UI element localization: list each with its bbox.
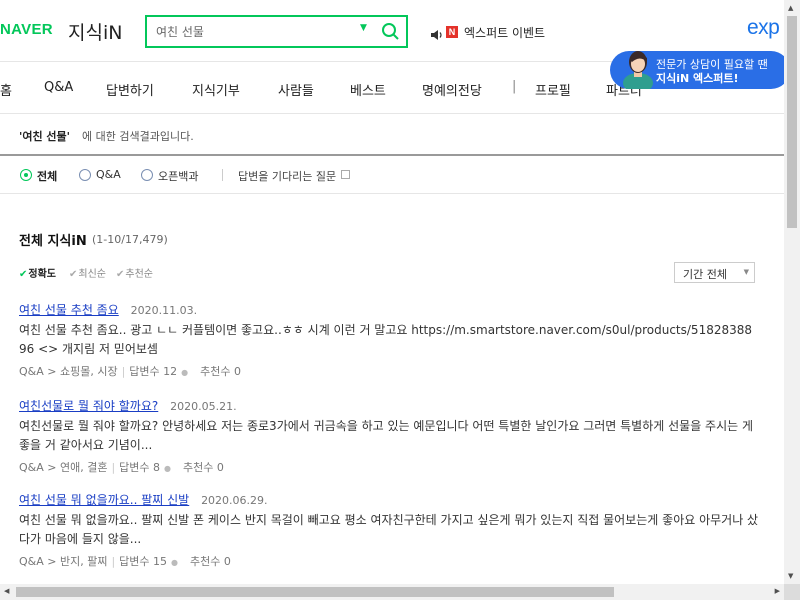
result-recommend-count: 추천수 0 xyxy=(190,555,231,568)
result-answer-count: 답변수 12 xyxy=(129,365,178,378)
jisikin-logo[interactable]: 지식iN xyxy=(68,18,122,45)
check-icon: ✔ xyxy=(19,269,28,280)
filter-divider xyxy=(222,169,223,181)
scroll-up-icon[interactable]: ▲ xyxy=(788,4,793,12)
result-title-link[interactable]: 여친 선물 추천 좀요 xyxy=(19,303,119,317)
period-select[interactable]: 기간 전체 ▼ xyxy=(674,262,755,283)
horizontal-scrollbar[interactable]: ◀ ▶ xyxy=(0,584,784,600)
result-date: 2020.06.29. xyxy=(201,494,268,507)
chevron-down-icon: ▼ xyxy=(743,268,749,276)
expert-logo[interactable]: exp xyxy=(747,16,780,40)
result-snippet: 여친 선물 뭐 없을까요.. 팔찌 신발 폰 케이스 반지 목걸이 빼고요 평소… xyxy=(19,513,759,546)
nav-best[interactable]: 베스트 xyxy=(350,80,386,99)
period-select-value: 기간 전체 xyxy=(683,268,727,281)
result-meta: Q&A > 연애, 결혼 | 답변수 8 ● 추천수 0 xyxy=(19,461,224,474)
sort-accuracy[interactable]: ✔정확도 xyxy=(19,265,56,280)
result-answer-count: 답변수 15 xyxy=(119,555,168,568)
sort-accuracy-label: 정확도 xyxy=(28,269,56,280)
expert-event-link[interactable]: 엑스퍼트 이벤트 xyxy=(464,24,545,41)
result-meta: Q&A > 쇼핑몰, 시장 | 답변수 12 ● 추천수 0 xyxy=(19,365,241,378)
search-box: ▼ xyxy=(145,15,408,48)
filter-row: 전체 Q&A 오픈백과 답변을 기다리는 질문 xyxy=(0,157,784,194)
result-meta: Q&A > 반지, 팔찌 | 답변수 15 ● 추천수 0 xyxy=(19,555,231,568)
section-title: 전체 지식iN xyxy=(19,234,87,249)
sort-recommend[interactable]: ✔추천순 xyxy=(116,265,153,280)
result-category[interactable]: Q&A > 쇼핑몰, 시장 xyxy=(19,365,118,378)
vertical-scroll-thumb[interactable] xyxy=(787,16,797,228)
nav-people[interactable]: 사람들 xyxy=(278,80,314,99)
naver-logo[interactable]: NAVER xyxy=(0,21,53,38)
result-snippet: 여친선물로 뭘 줘야 할까요? 안녕하세요 저는 종로3가에서 귀금속을 하고 … xyxy=(19,419,754,452)
page: NAVER 지식iN ▼ N 엑스퍼트 이벤트 exp 홈 Q&A 답변하기 xyxy=(0,0,784,584)
result-category[interactable]: Q&A > 연애, 결혼 xyxy=(19,461,107,474)
consultant-avatar-icon xyxy=(623,51,653,89)
check-icon: ✔ xyxy=(69,269,78,280)
nav-qna[interactable]: Q&A xyxy=(44,80,73,95)
search-result-info: '여친 선물' 에 대한 검색결과입니다. xyxy=(0,114,784,156)
radio-all[interactable] xyxy=(20,169,32,181)
result-query: '여친 선물' xyxy=(19,130,71,143)
scroll-right-icon[interactable]: ▶ xyxy=(775,587,780,595)
list-item: 여친 선물 뭐 없을까요.. 팔찌 신발 2020.06.29. 여친 선물 뭐… xyxy=(19,491,759,569)
speaker-icon xyxy=(430,26,443,45)
expert-banner[interactable]: 전문가 상담이 필요할 땐 지식iN 엑스퍼트! xyxy=(610,45,784,89)
sort-latest-label: 최신순 xyxy=(78,269,106,280)
list-item: 여친선물로 뭘 줘야 할까요? 2020.05.21. 여친선물로 뭘 줘야 할… xyxy=(19,397,759,475)
result-recommend-count: 추천수 0 xyxy=(183,461,224,474)
autocomplete-toggle-icon[interactable]: ▼ xyxy=(360,23,367,33)
nav-profile[interactable]: 프로필 xyxy=(535,80,571,99)
result-date: 2020.11.03. xyxy=(130,304,198,317)
waiting-questions-link[interactable]: 답변을 기다리는 질문 xyxy=(238,168,336,184)
search-input[interactable] xyxy=(156,23,356,41)
nav-hall-of-fame[interactable]: 명예의전당 xyxy=(422,80,482,99)
list-item: 여친 선물 추천 좀요 2020.11.03. 여친 선물 추천 좀요.. 광고… xyxy=(19,301,759,379)
check-icon: ✔ xyxy=(116,269,125,280)
result-info-text: 에 대한 검색결과입니다. xyxy=(82,130,194,143)
radio-qna[interactable] xyxy=(79,169,91,181)
radio-open-encyclopedia[interactable] xyxy=(141,169,153,181)
search-icon xyxy=(382,23,399,40)
scroll-left-icon[interactable]: ◀ xyxy=(4,587,9,595)
search-button[interactable] xyxy=(379,20,401,42)
result-snippet: 여친 선물 추천 좀요.. 광고 ㄴㄴ 커플템이면 좋고요..ㅎㅎ 시계 이런 … xyxy=(19,323,753,356)
filter-qna-label[interactable]: Q&A xyxy=(96,168,121,181)
nav-answer[interactable]: 답변하기 xyxy=(106,80,154,99)
result-date: 2020.05.21. xyxy=(170,400,237,413)
sort-recommend-label: 추천순 xyxy=(125,269,153,280)
sort-latest[interactable]: ✔최신순 xyxy=(69,265,106,280)
nav-home[interactable]: 홈 xyxy=(0,80,12,99)
filter-all-label[interactable]: 전체 xyxy=(37,168,57,184)
filter-open-encyclopedia-label[interactable]: 오픈백과 xyxy=(158,168,198,184)
result-answer-count: 답변수 8 xyxy=(119,461,161,474)
section-count: (1-10/17,479) xyxy=(92,233,168,246)
result-title-link[interactable]: 여친 선물 뭐 없을까요.. 팔찌 신발 xyxy=(19,493,189,507)
result-recommend-count: 추천수 0 xyxy=(200,365,241,378)
horizontal-scroll-thumb[interactable] xyxy=(16,587,614,597)
result-title-link[interactable]: 여친선물로 뭘 줘야 할까요? xyxy=(19,399,158,413)
new-badge: N xyxy=(446,26,458,38)
vertical-scrollbar[interactable]: ▲ ▼ xyxy=(784,0,800,584)
scrollbar-corner xyxy=(784,584,800,600)
nav-divider: | xyxy=(512,79,517,94)
checkbox-icon[interactable] xyxy=(341,170,350,179)
result-category[interactable]: Q&A > 반지, 팔찌 xyxy=(19,555,107,568)
nav-donate[interactable]: 지식기부 xyxy=(192,80,240,99)
expert-banner-line2: 지식iN 엑스퍼트! xyxy=(656,72,739,85)
scroll-down-icon[interactable]: ▼ xyxy=(788,572,793,580)
